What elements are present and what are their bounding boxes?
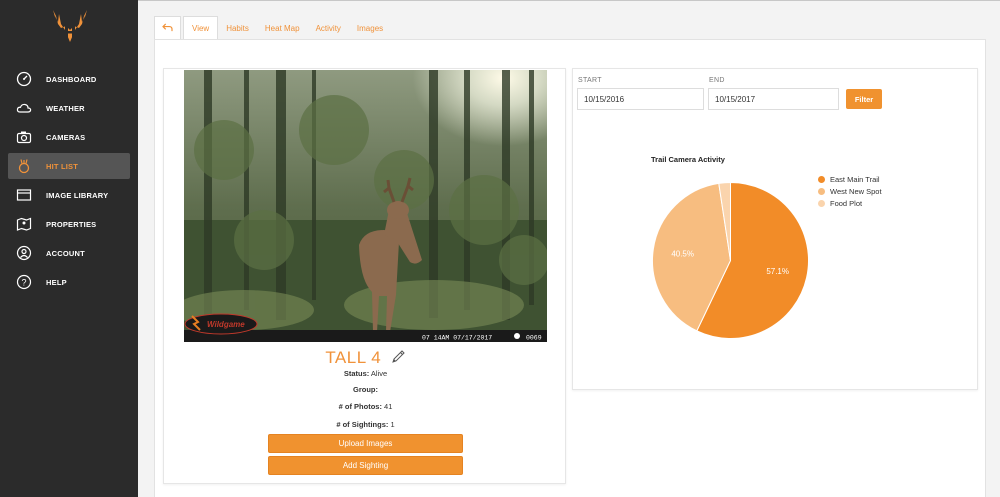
- sidebar-item-label: IMAGE LIBRARY: [46, 190, 109, 200]
- start-date-input[interactable]: 10/15/2016: [577, 88, 704, 110]
- cloud-icon: [15, 99, 33, 117]
- antler-logo-icon[interactable]: [50, 8, 90, 44]
- hit-list-icon: [15, 157, 33, 175]
- chart-title: Trail Camera Activity: [651, 155, 725, 164]
- tab-habits[interactable]: Habits: [218, 16, 257, 40]
- sidebar-item-image-library[interactable]: IMAGE LIBRARY: [8, 182, 130, 208]
- legend-item[interactable]: East Main Trail: [818, 173, 882, 185]
- main-area: View Habits Heat Map Activity Images 07 …: [138, 0, 1000, 497]
- deer-profile-card: 07 14AM 07/17/2017 0069 Wildgame TALL 4: [163, 68, 566, 484]
- sidebar-item-account[interactable]: ACCOUNT: [8, 240, 130, 266]
- legend-item[interactable]: Food Plot: [818, 197, 882, 209]
- svg-text:Wildgame: Wildgame: [207, 320, 245, 329]
- group-row: Group:: [164, 385, 567, 394]
- sidebar-item-cameras[interactable]: CAMERAS: [8, 124, 130, 150]
- legend-label: East Main Trail: [830, 174, 880, 184]
- start-label: START: [578, 77, 602, 84]
- chart-legend: East Main Trail West New Spot Food Plot: [818, 173, 882, 209]
- sidebar-item-help[interactable]: ? HELP: [8, 269, 130, 295]
- pie-slice-label: 40.5%: [671, 249, 694, 258]
- sidebar-item-label: HELP: [46, 277, 67, 287]
- sidebar: DASHBOARD WEATHER CAMERAS HIT LIST IMAGE…: [0, 0, 138, 497]
- legend-swatch: [818, 199, 825, 207]
- user-icon: [15, 244, 33, 262]
- legend-label: West New Spot: [830, 186, 882, 196]
- deer-title-row: TALL 4: [164, 348, 567, 368]
- map-icon: [15, 215, 33, 233]
- sidebar-item-label: PROPERTIES: [46, 219, 97, 229]
- filter-button[interactable]: Filter: [846, 89, 882, 109]
- tab-activity[interactable]: Activity: [308, 16, 349, 40]
- status-row: Status: Alive: [164, 369, 567, 378]
- library-icon: [15, 186, 33, 204]
- help-icon: ?: [15, 273, 33, 291]
- sightings-value: 1: [390, 420, 395, 429]
- sidebar-item-dashboard[interactable]: DASHBOARD: [8, 66, 130, 92]
- photos-label: # of Photos:: [338, 402, 382, 411]
- pencil-edit-icon[interactable]: [390, 349, 406, 365]
- tab-bar: View Habits Heat Map Activity Images: [154, 16, 391, 40]
- end-label: END: [709, 77, 725, 84]
- tab-images[interactable]: Images: [349, 16, 391, 40]
- sidebar-item-label: CAMERAS: [46, 132, 86, 142]
- tab-content: 07 14AM 07/17/2017 0069 Wildgame TALL 4: [154, 39, 986, 497]
- sidebar-item-label: ACCOUNT: [46, 248, 85, 258]
- status-value: Alive: [370, 369, 388, 378]
- wildgame-logo: Wildgame: [184, 313, 258, 335]
- end-date-input[interactable]: 10/15/2017: [708, 88, 839, 110]
- sightings-label: # of Sightings:: [336, 420, 389, 429]
- sidebar-item-hit-list[interactable]: HIT LIST: [8, 153, 130, 179]
- photos-value: 41: [384, 402, 393, 411]
- sidebar-item-weather[interactable]: WEATHER: [8, 95, 130, 121]
- sidebar-item-label: HIT LIST: [46, 161, 79, 171]
- trail-camera-photo[interactable]: 07 14AM 07/17/2017 0069 Wildgame: [184, 70, 547, 342]
- sidebar-item-label: DASHBOARD: [46, 74, 97, 84]
- gauge-icon: [15, 70, 33, 88]
- back-arrow-icon: [162, 23, 173, 34]
- photo-frame-number: 0069: [526, 335, 542, 342]
- add-sighting-button[interactable]: Add Sighting: [268, 456, 463, 475]
- deer-name: TALL 4: [325, 348, 382, 367]
- photos-row: # of Photos: 41: [164, 402, 567, 411]
- activity-card: START 10/15/2016 END 10/15/2017 Filter T…: [572, 68, 978, 390]
- legend-label: Food Plot: [830, 198, 863, 208]
- pie-chart: 57.1% 40.5%: [652, 181, 809, 339]
- svg-text:?: ?: [21, 278, 26, 288]
- camera-icon: [15, 128, 33, 146]
- sidebar-item-label: WEATHER: [46, 103, 85, 113]
- status-label: Status:: [343, 369, 370, 378]
- tab-view[interactable]: View: [183, 16, 219, 40]
- photo-timestamp: 07 14AM 07/17/2017: [422, 335, 492, 342]
- sightings-row: # of Sightings: 1: [164, 420, 567, 429]
- group-label: Group:: [353, 385, 378, 394]
- legend-swatch: [818, 175, 825, 183]
- sidebar-nav: DASHBOARD WEATHER CAMERAS HIT LIST IMAGE…: [8, 66, 130, 298]
- back-tab[interactable]: [154, 16, 181, 40]
- sidebar-item-properties[interactable]: PROPERTIES: [8, 211, 130, 237]
- legend-item[interactable]: West New Spot: [818, 185, 882, 197]
- pie-slice-label: 57.1%: [766, 267, 789, 276]
- legend-swatch: [818, 187, 825, 195]
- upload-images-button[interactable]: Upload Images: [268, 434, 463, 453]
- tab-heat-map[interactable]: Heat Map: [257, 16, 308, 40]
